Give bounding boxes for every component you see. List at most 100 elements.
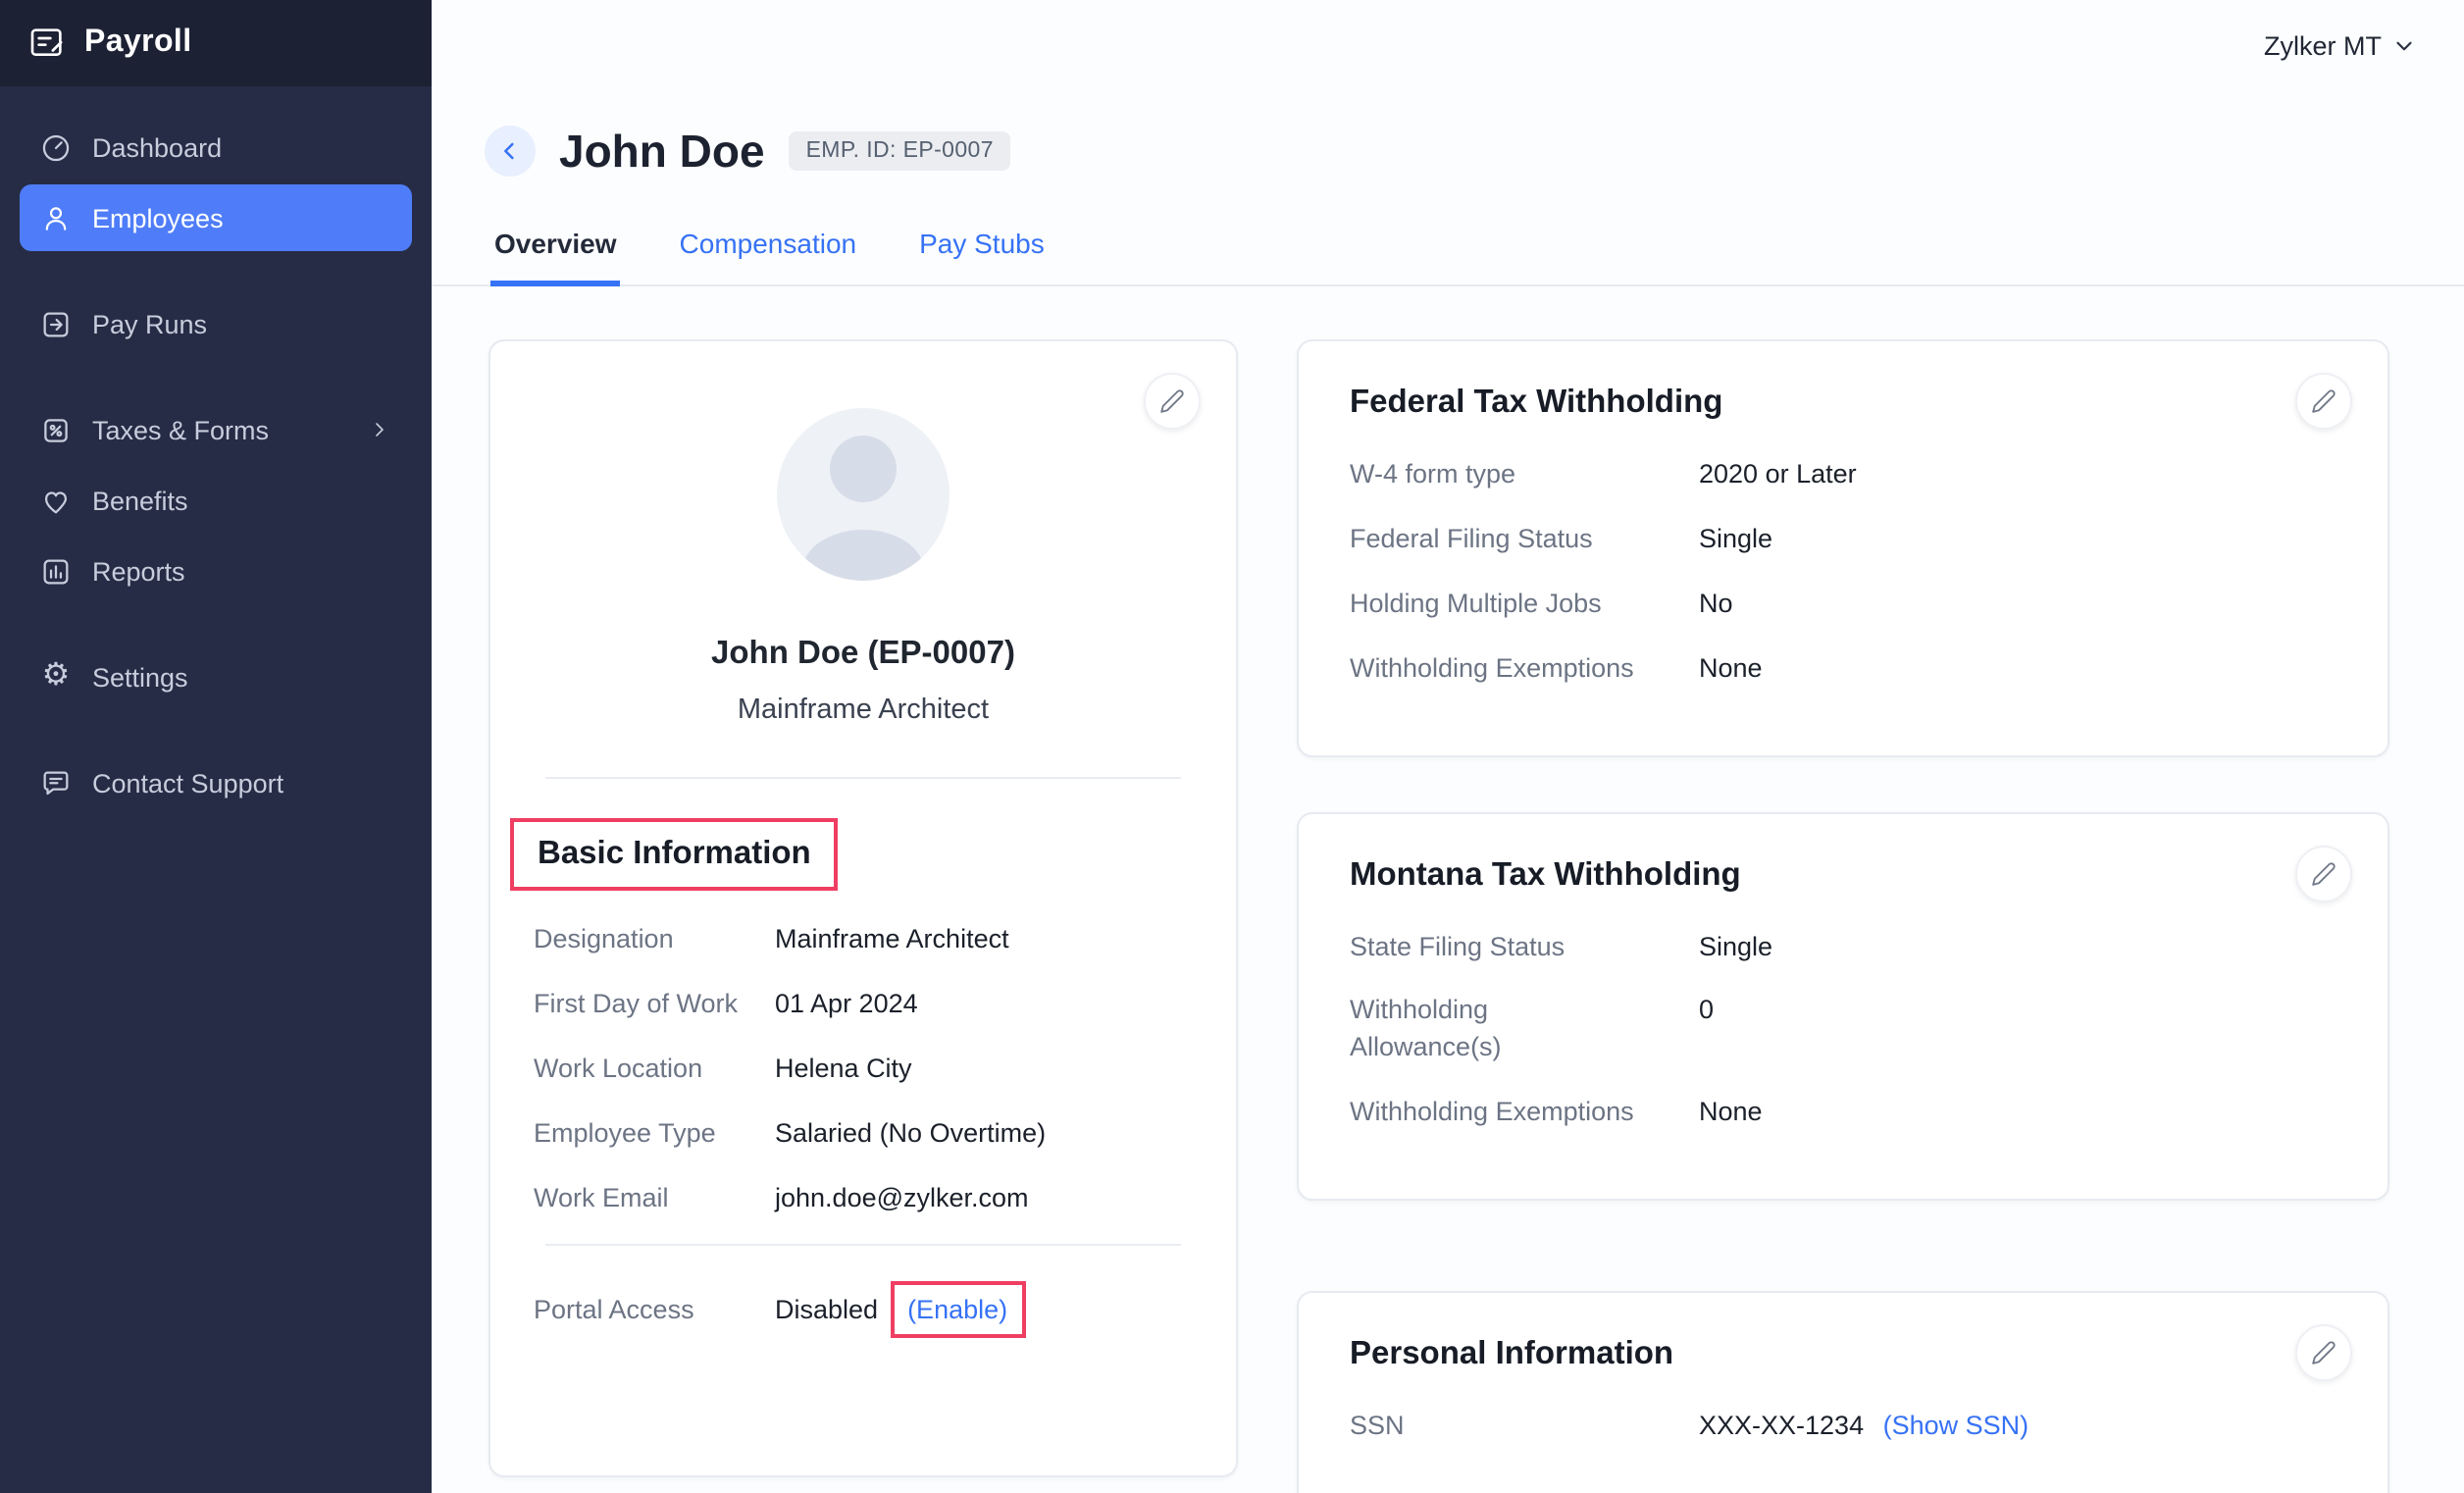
avatar-torso <box>802 530 924 581</box>
pencil-icon <box>1159 388 1185 414</box>
edit-personal-info-button[interactable] <box>2295 1324 2352 1381</box>
page-header: John Doe EMP. ID: EP-0007 <box>432 118 2464 184</box>
sidebar-item-label: Contact Support <box>92 768 396 798</box>
settings-gear-icon: ⚙ <box>39 661 73 693</box>
content-area: John Doe (EP-0007) Mainframe Architect B… <box>432 286 2464 1493</box>
back-button[interactable] <box>485 126 536 177</box>
sidebar-header: Payroll <box>0 0 432 86</box>
account-switcher[interactable]: Zylker MT <box>2264 30 2417 60</box>
chevron-right-icon <box>363 418 396 441</box>
row-withholding-exemptions: Withholding Exemptions None <box>1350 650 2336 688</box>
row-label: SSN <box>1350 1409 1699 1446</box>
state-tax-card: Montana Tax Withholding State Filing Sta… <box>1297 811 2389 1201</box>
card-title: Federal Tax Withholding <box>1350 385 2336 422</box>
basic-information-fields: Designation Mainframe Architect First Da… <box>490 922 1236 1217</box>
sidebar-item-label: Pay Runs <box>92 309 396 338</box>
row-value: 2020 or Later <box>1699 457 1857 494</box>
pay-runs-icon <box>39 307 73 340</box>
row-value: Single <box>1699 929 1772 966</box>
payroll-app: Payroll Dashboard Employees Pay Runs Tax… <box>0 0 2464 1493</box>
sidebar-item-pay-runs[interactable]: Pay Runs <box>20 290 412 357</box>
field-label: Work Location <box>534 1052 775 1089</box>
sidebar-item-taxes-forms[interactable]: Taxes & Forms <box>20 396 412 463</box>
divider <box>545 1245 1181 1247</box>
taxes-forms-icon <box>39 413 73 446</box>
sidebar-item-label: Dashboard <box>92 132 396 162</box>
field-label: First Day of Work <box>534 987 775 1024</box>
avatar-head <box>830 436 897 502</box>
chevron-left-icon <box>496 137 524 165</box>
sidebar-nav: Dashboard Employees Pay Runs Taxes & For… <box>0 86 432 820</box>
row-value: 0 <box>1595 994 1714 1068</box>
field-value: Disabled (Enable) <box>775 1282 1025 1339</box>
row-ssn: SSN XXX-XX-1234 (Show SSN) <box>1350 1409 2336 1446</box>
row-withholding-allowances: Withholding Allowance(s) 0 <box>1350 994 2336 1068</box>
row-value: XXX-XX-1234 (Show SSN) <box>1699 1409 2028 1446</box>
enable-portal-link[interactable]: (Enable) <box>890 1282 1025 1339</box>
field-value: Salaried (No Overtime) <box>775 1115 1046 1153</box>
field-label: Work Email <box>534 1180 775 1217</box>
main-area: Zylker MT John Doe EMP. ID: EP-0007 Over… <box>432 0 2464 1493</box>
row-federal-filing-status: Federal Filing Status Single <box>1350 522 2336 559</box>
payroll-logo-icon <box>27 24 67 63</box>
account-name: Zylker MT <box>2264 30 2382 60</box>
spacer <box>1297 1201 2389 1291</box>
app-title: Payroll <box>84 26 192 61</box>
card-title: Personal Information <box>1350 1336 2336 1373</box>
federal-tax-card: Federal Tax Withholding W-4 form type 20… <box>1297 339 2389 756</box>
field-label: Employee Type <box>534 1115 775 1153</box>
card-title: Montana Tax Withholding <box>1350 856 2336 894</box>
row-label: Federal Filing Status <box>1350 522 1699 559</box>
field-row-work-email: Work Email john.doe@zylker.com <box>534 1180 1193 1217</box>
edit-state-tax-button[interactable] <box>2295 845 2352 901</box>
chevron-down-icon <box>2391 32 2417 58</box>
edit-federal-tax-button[interactable] <box>2295 373 2352 430</box>
tab-pay-stubs[interactable]: Pay Stubs <box>915 212 1049 286</box>
row-label: W-4 form type <box>1350 457 1699 494</box>
employee-name: John Doe (EP-0007) <box>490 636 1236 673</box>
edit-profile-button[interactable] <box>1144 373 1201 430</box>
field-row-work-location: Work Location Helena City <box>534 1052 1193 1089</box>
employee-id-badge: EMP. ID: EP-0007 <box>789 131 1011 171</box>
avatar <box>777 408 950 581</box>
field-value: john.doe@zylker.com <box>775 1180 1029 1217</box>
sidebar-item-reports[interactable]: Reports <box>20 538 412 604</box>
employee-designation: Mainframe Architect <box>490 695 1236 726</box>
row-holding-multiple-jobs: Holding Multiple Jobs No <box>1350 587 2336 624</box>
sidebar-item-benefits[interactable]: Benefits <box>20 467 412 534</box>
state-tax-rows: State Filing Status Single Withholding A… <box>1350 929 2336 1132</box>
employees-icon <box>39 201 73 234</box>
divider <box>545 777 1181 779</box>
row-label: Withholding Allowance(s) <box>1350 994 1595 1068</box>
field-value: Mainframe Architect <box>775 922 1009 959</box>
reports-icon <box>39 554 73 588</box>
basic-information-title: Basic Information <box>510 818 839 891</box>
field-value: 01 Apr 2024 <box>775 987 918 1024</box>
sidebar-item-contact-support[interactable]: Contact Support <box>20 749 412 816</box>
portal-access-status: Disabled <box>775 1296 878 1325</box>
sidebar-item-label: Settings <box>92 662 396 692</box>
row-value: None <box>1699 650 1763 688</box>
tab-overview[interactable]: Overview <box>490 212 621 286</box>
sidebar-item-label: Benefits <box>92 486 396 515</box>
tab-compensation[interactable]: Compensation <box>676 212 861 286</box>
row-value: None <box>1699 1095 1763 1132</box>
sidebar-item-settings[interactable]: ⚙ Settings <box>20 644 412 710</box>
sidebar-spacer <box>20 714 412 746</box>
topbar: Zylker MT <box>432 0 2464 90</box>
row-value: No <box>1699 587 1733 624</box>
profile-card: John Doe (EP-0007) Mainframe Architect B… <box>488 339 1238 1477</box>
personal-info-rows: SSN XXX-XX-1234 (Show SSN) <box>1350 1409 2336 1446</box>
sidebar-item-dashboard[interactable]: Dashboard <box>20 114 412 180</box>
spacer <box>1297 756 2389 811</box>
row-w4-form-type: W-4 form type 2020 or Later <box>1350 457 2336 494</box>
tab-bar: Overview Compensation Pay Stubs <box>432 212 2464 286</box>
sidebar: Payroll Dashboard Employees Pay Runs Tax… <box>0 0 432 1493</box>
ssn-masked-value: XXX-XX-1234 <box>1699 1411 1864 1440</box>
row-label: Withholding Exemptions <box>1350 1095 1699 1132</box>
row-value: Single <box>1699 522 1772 559</box>
row-state-filing-status: State Filing Status Single <box>1350 929 2336 966</box>
show-ssn-link[interactable]: (Show SSN) <box>1883 1411 2029 1440</box>
sidebar-item-employees[interactable]: Employees <box>20 184 412 251</box>
row-label: Holding Multiple Jobs <box>1350 587 1699 624</box>
